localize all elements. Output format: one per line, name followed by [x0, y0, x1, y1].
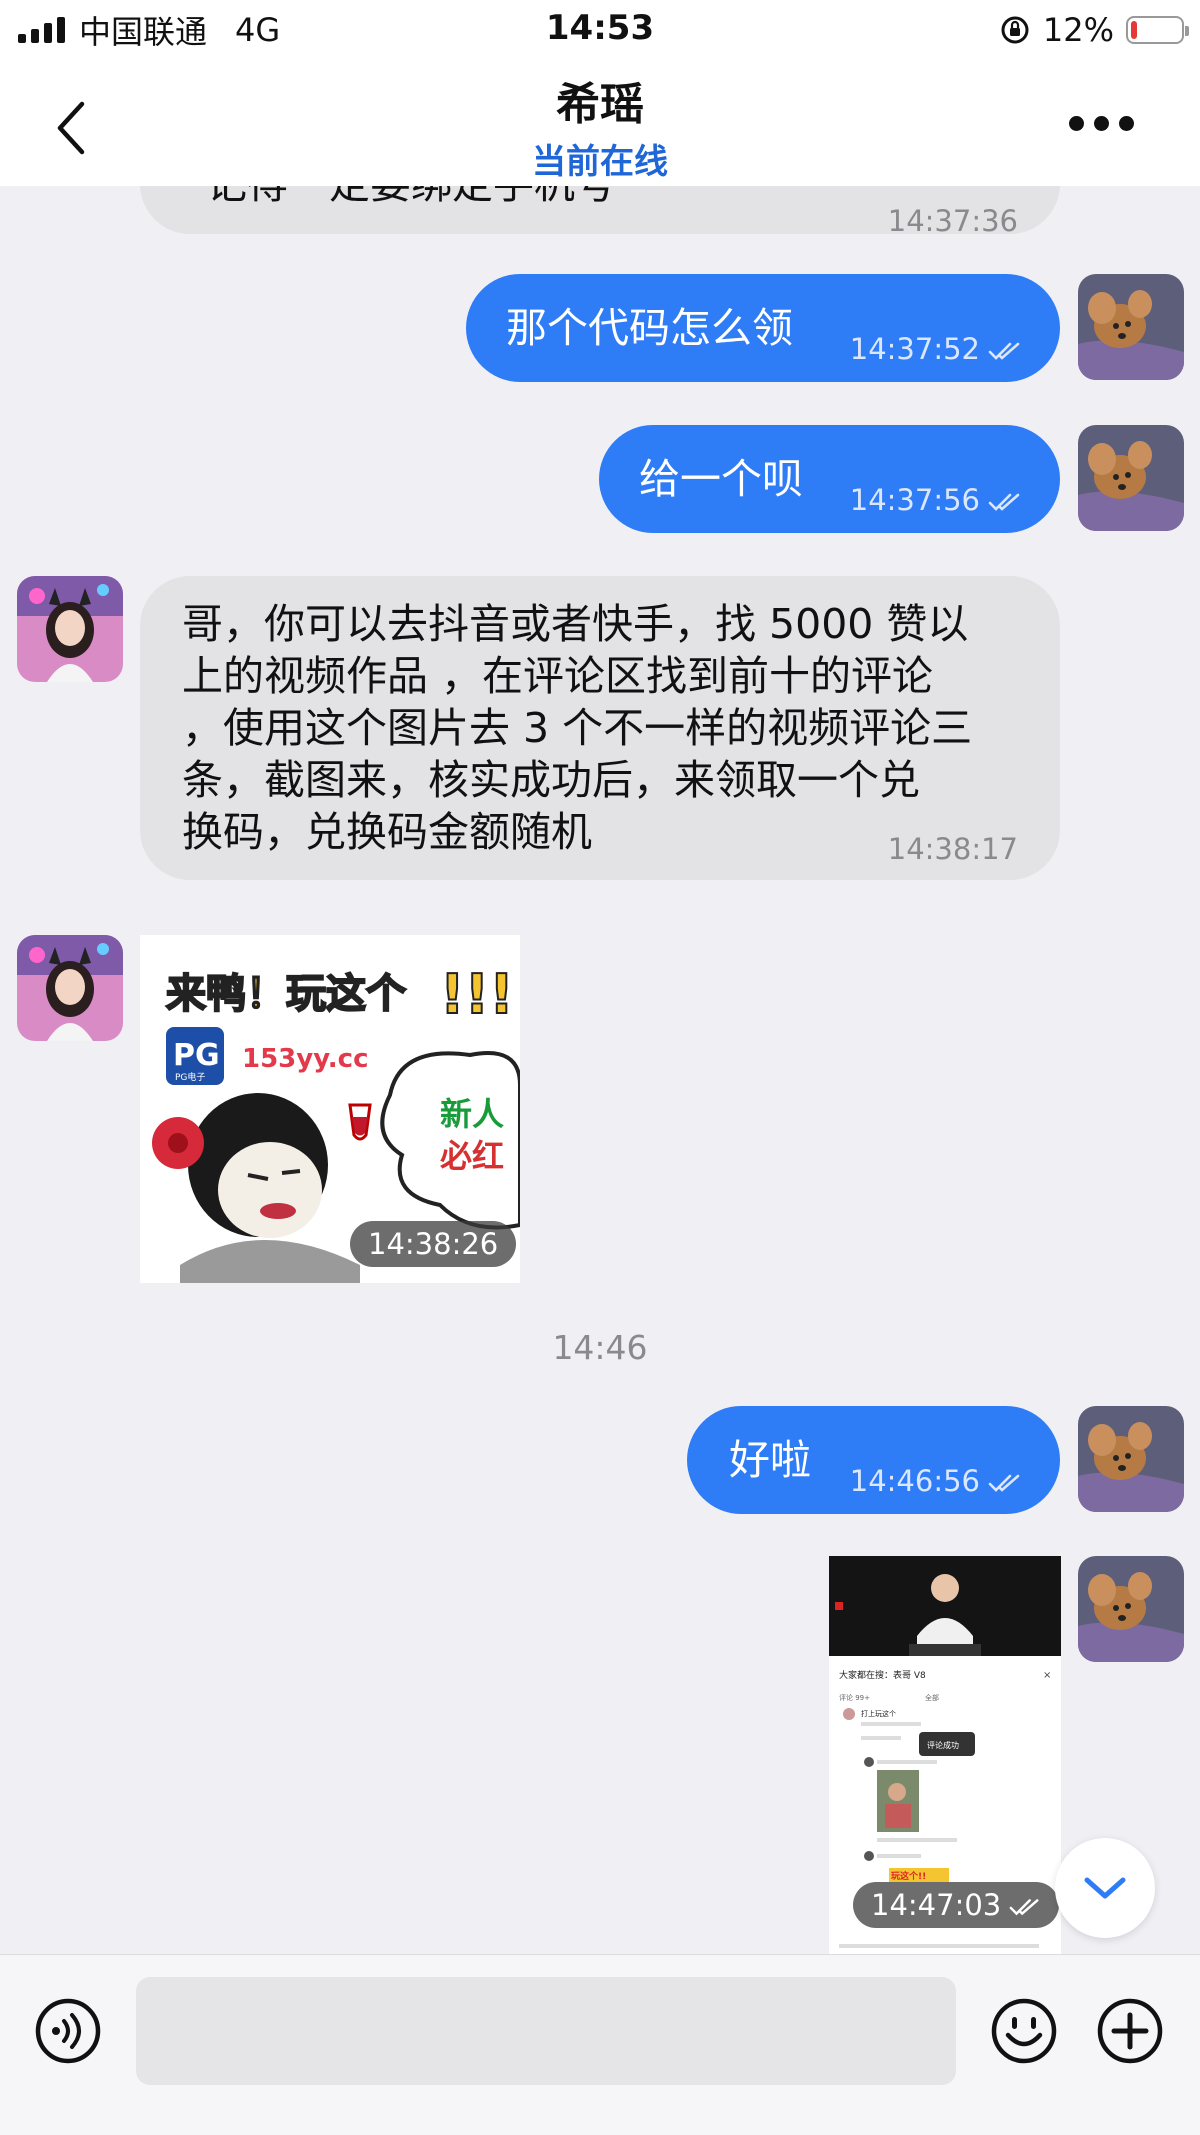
svg-text:!!!: !!!	[440, 963, 514, 1026]
read-ticks-icon	[1009, 1899, 1039, 1916]
ellipsis-icon	[1069, 116, 1084, 131]
svg-text:打上玩这个: 打上玩这个	[861, 1709, 896, 1718]
svg-text:评论 99+: 评论 99+	[839, 1693, 870, 1702]
svg-text:PG: PG	[173, 1038, 220, 1073]
more-actions-button[interactable]	[1096, 1997, 1164, 2069]
battery-icon	[1126, 16, 1189, 44]
svg-text:全部: 全部	[925, 1693, 939, 1702]
message-list[interactable]: 记得一定要绑定手机号 14:37:36 那个代码怎么领 14:37:52 给一个…	[0, 186, 1200, 1954]
read-ticks-icon	[988, 1474, 1020, 1492]
message-text: 好啦	[729, 1436, 811, 1484]
message-bubble-incoming[interactable]: 记得一定要绑定手机号 14:37:36	[140, 186, 1060, 238]
svg-text:153yy.cc: 153yy.cc	[242, 1044, 368, 1074]
svg-text:来鸭！玩这个: 来鸭！玩这个	[166, 971, 406, 1017]
more-button[interactable]	[1069, 116, 1134, 131]
my-avatar[interactable]	[1078, 1556, 1184, 1662]
chat-header: 希瑶 当前在线	[0, 60, 1200, 186]
battery-percent: 12%	[1042, 11, 1114, 49]
message-bubble-incoming[interactable]: 哥，你可以去抖音或者快手，找 5000 赞以 上的视频作品 ，在评论区找到前十的…	[140, 576, 1060, 880]
message-text: 给一个呗	[639, 455, 803, 503]
voice-icon	[35, 1998, 101, 2064]
message-text: 记得一定要绑定手机号	[206, 186, 616, 210]
message-bubble-outgoing[interactable]: 给一个呗 14:37:56	[599, 425, 1060, 533]
svg-text:评论成功: 评论成功	[927, 1740, 959, 1750]
status-right: 12%	[999, 10, 1189, 50]
message-bubble-outgoing[interactable]: 那个代码怎么领 14:37:52	[466, 274, 1060, 382]
ellipsis-dot	[1119, 116, 1134, 131]
status-bar: 中国联通 4G 14:53 12%	[0, 0, 1200, 60]
contact-avatar[interactable]	[17, 576, 123, 682]
battery-fill	[1131, 21, 1137, 39]
rotation-lock-icon	[999, 14, 1031, 46]
time-separator: 14:46	[552, 1328, 648, 1367]
read-ticks-icon	[988, 493, 1020, 511]
read-ticks-icon	[988, 342, 1020, 360]
image-message-incoming[interactable]: 来鸭！玩这个 !!! PG PG电子 153yy.cc 新人 必红 14:38:…	[140, 935, 520, 1283]
online-status: 当前在线	[532, 142, 668, 182]
message-time: 14:37:36	[887, 204, 1018, 238]
svg-text:PG电子: PG电子	[175, 1071, 205, 1083]
svg-text:必红: 必红	[440, 1137, 504, 1175]
my-avatar[interactable]	[1078, 425, 1184, 531]
message-text: 那个代码怎么领	[506, 304, 793, 352]
svg-text:玩这个!!: 玩这个!!	[891, 1870, 926, 1882]
emoji-icon	[991, 1998, 1057, 2064]
message-bubble-outgoing[interactable]: 好啦 14:46:56	[687, 1406, 1060, 1514]
message-time: 14:47:03	[853, 1882, 1060, 1928]
contact-avatar[interactable]	[17, 935, 123, 1041]
voice-button[interactable]	[34, 1997, 102, 2069]
message-time: 14:37:52	[850, 332, 1022, 366]
ellipsis-dot	[1094, 116, 1109, 131]
message-text: 哥，你可以去抖音或者快手，找 5000 赞以 上的视频作品 ，在评论区找到前十的…	[182, 600, 973, 856]
message-time: 14:46:56	[850, 1464, 1022, 1498]
message-time: 14:38:26	[350, 1221, 517, 1267]
svg-text:新人: 新人	[440, 1095, 504, 1133]
my-avatar[interactable]	[1078, 274, 1184, 380]
plus-icon	[1097, 1998, 1163, 2064]
svg-text:×: ×	[1043, 1670, 1051, 1681]
scroll-to-bottom-button[interactable]	[1055, 1838, 1155, 1938]
message-time: 14:38:17	[887, 832, 1018, 866]
image-message-outgoing[interactable]: 大家都在搜：表哥 V8 × 评论 99+ 全部 打上玩这个 评论成功 玩这个!!…	[829, 1556, 1061, 1954]
message-time: 14:37:56	[850, 483, 1022, 517]
emoji-button[interactable]	[990, 1997, 1058, 2069]
svg-text:大家都在搜：表哥 V8: 大家都在搜：表哥 V8	[839, 1669, 926, 1681]
contact-name: 希瑶	[556, 79, 644, 130]
input-bar	[0, 1954, 1200, 2135]
my-avatar[interactable]	[1078, 1406, 1184, 1512]
chevron-down-icon	[1084, 1877, 1126, 1899]
message-input[interactable]	[136, 1977, 956, 2085]
